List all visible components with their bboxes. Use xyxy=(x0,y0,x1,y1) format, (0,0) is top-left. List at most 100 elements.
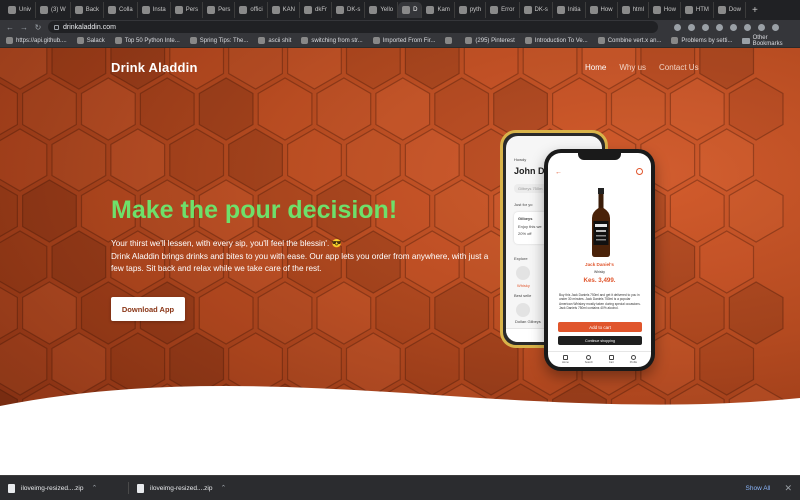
forward-icon[interactable]: → xyxy=(20,23,28,32)
tab-label: KAN xyxy=(282,7,295,13)
download-filename: iloveimg-resized....zip xyxy=(150,484,213,492)
favicon-icon xyxy=(271,6,280,14)
tab-label: Kam xyxy=(437,7,450,13)
file-icon xyxy=(137,483,144,493)
browser-toolbar: ← → ↻ drinkaladdin.com xyxy=(0,20,800,34)
sidebar-icon[interactable] xyxy=(744,23,751,31)
bookmark-item[interactable]: Problems by setti... xyxy=(671,37,732,44)
extension-icon[interactable] xyxy=(702,23,709,31)
browser-tab[interactable]: Kam xyxy=(422,2,455,18)
chevron-up-icon[interactable]: ⌃ xyxy=(92,484,98,492)
other-bookmarks[interactable]: Other Bookmarks xyxy=(742,35,794,47)
browser-tab[interactable]: html xyxy=(618,2,649,18)
favicon-icon xyxy=(239,6,248,14)
favicon-icon xyxy=(556,6,565,14)
browser-tab[interactable]: Dow xyxy=(714,2,746,18)
tab-label: Back xyxy=(85,7,100,13)
browser-tab[interactable]: Initia xyxy=(553,2,586,18)
close-icon[interactable]: ✕ xyxy=(784,483,792,494)
browser-tab[interactable]: Yello xyxy=(365,2,399,18)
bookmark-item[interactable]: https://api.github.... xyxy=(6,37,67,44)
favicon-icon xyxy=(523,6,532,14)
download-item[interactable]: iloveimg-resized....zip ⌃ xyxy=(8,483,120,493)
folder-icon xyxy=(742,37,750,44)
new-tab-button[interactable]: + xyxy=(752,5,758,16)
favicon-icon xyxy=(402,6,411,14)
star-icon[interactable] xyxy=(688,23,695,31)
hero-section: Drink Aladdin Home Why us Contact Us Mak… xyxy=(0,48,800,475)
url-text[interactable]: drinkaladdin.com xyxy=(63,24,116,31)
browser-tab[interactable]: (3) W xyxy=(36,2,71,18)
browser-tab[interactable]: Univ xyxy=(4,2,37,18)
bookmark-label: Introduction To Ve... xyxy=(534,37,588,44)
tab-label: offici xyxy=(250,7,263,13)
favicon-icon xyxy=(74,6,83,14)
browser-tab[interactable]: HTM xyxy=(681,2,714,18)
tab-label: DK-s xyxy=(534,7,548,13)
chevron-up-icon[interactable]: ⌃ xyxy=(221,484,227,492)
bookmark-item[interactable]: Spring Tips: The... xyxy=(189,37,248,44)
browser-tab[interactable]: Pers xyxy=(171,2,204,18)
bookmark-item[interactable]: Combine vert.x an... xyxy=(597,37,661,44)
tab-label: Colla xyxy=(119,7,133,13)
bookmark-item[interactable]: Salack xyxy=(76,37,105,44)
tab-label: D xyxy=(413,7,418,13)
show-all-downloads[interactable]: Show All xyxy=(746,485,771,492)
bookmark-label: https://api.github.... xyxy=(16,37,67,44)
tab-label: Yello xyxy=(380,7,394,13)
back-icon[interactable]: ← xyxy=(6,23,14,32)
bookmark-item[interactable]: Introduction To Ve... xyxy=(524,37,588,44)
hero-wave-divider xyxy=(0,386,800,475)
bookmark-item[interactable]: ascii shit xyxy=(258,37,291,44)
favicon-icon xyxy=(621,6,630,14)
browser-tab[interactable]: D xyxy=(398,2,423,18)
extension-icon[interactable] xyxy=(716,23,723,31)
tab-label: Pers xyxy=(185,7,199,13)
bookmark-label: Imported From Fir... xyxy=(382,37,436,44)
extensions-puzzle-icon[interactable] xyxy=(730,23,737,31)
browser-tab[interactable]: How xyxy=(586,2,618,18)
browser-tab[interactable]: KAN xyxy=(268,2,300,18)
browser-tab[interactable]: Colla xyxy=(104,2,138,18)
favicon-icon xyxy=(40,6,49,14)
browser-tab[interactable]: DK-s xyxy=(520,2,553,18)
divider xyxy=(128,482,129,494)
favicon-icon xyxy=(108,6,117,14)
bookmark-favicon-icon xyxy=(597,37,605,44)
bookmark-label: Problems by setti... xyxy=(681,37,733,44)
browser-tab[interactable]: How xyxy=(649,2,681,18)
reload-icon[interactable]: ↻ xyxy=(34,23,42,32)
bookmark-favicon-icon xyxy=(372,37,380,44)
browser-tab[interactable]: offici xyxy=(235,2,268,18)
profile-avatar[interactable] xyxy=(758,23,765,31)
file-icon xyxy=(8,483,15,493)
share-icon[interactable] xyxy=(674,23,681,31)
browser-tab[interactable]: Insta xyxy=(138,2,171,18)
bookmark-favicon-icon xyxy=(6,37,13,44)
tab-label: html xyxy=(632,7,644,13)
browser-tab[interactable]: Pers xyxy=(203,2,236,18)
bookmark-item[interactable]: switching from str... xyxy=(301,37,363,44)
bookmark-item[interactable]: Top 50 Python Inte... xyxy=(114,37,180,44)
favicon-icon xyxy=(336,6,344,14)
bookmark-favicon-icon xyxy=(114,37,122,44)
bookmark-favicon-icon xyxy=(258,37,266,44)
bookmark-item[interactable]: Imported From Fir... xyxy=(372,37,436,44)
tab-label: Initia xyxy=(567,7,581,13)
bookmark-label: switching from str... xyxy=(311,37,363,44)
bookmark-item[interactable]: (295) Pinterest xyxy=(465,37,515,44)
browser-tab[interactable]: Error xyxy=(486,2,520,18)
favicon-icon xyxy=(369,6,378,14)
download-item[interactable]: iloveimg-resized....zip ⌃ xyxy=(137,483,249,493)
menu-icon[interactable] xyxy=(772,23,779,31)
browser-tab[interactable]: pyth xyxy=(455,2,487,18)
browser-tab[interactable]: dkFr xyxy=(300,2,332,18)
bookmark-favicon-icon xyxy=(465,37,473,44)
tab-label: dkFr xyxy=(315,7,327,13)
browser-tab[interactable]: Back xyxy=(71,2,105,18)
favicon-icon xyxy=(717,6,726,14)
address-bar[interactable]: drinkaladdin.com xyxy=(48,21,658,33)
bookmark-item[interactable] xyxy=(445,37,455,44)
browser-tab[interactable]: DK-s xyxy=(332,2,366,18)
bookmark-favicon-icon xyxy=(76,37,84,44)
